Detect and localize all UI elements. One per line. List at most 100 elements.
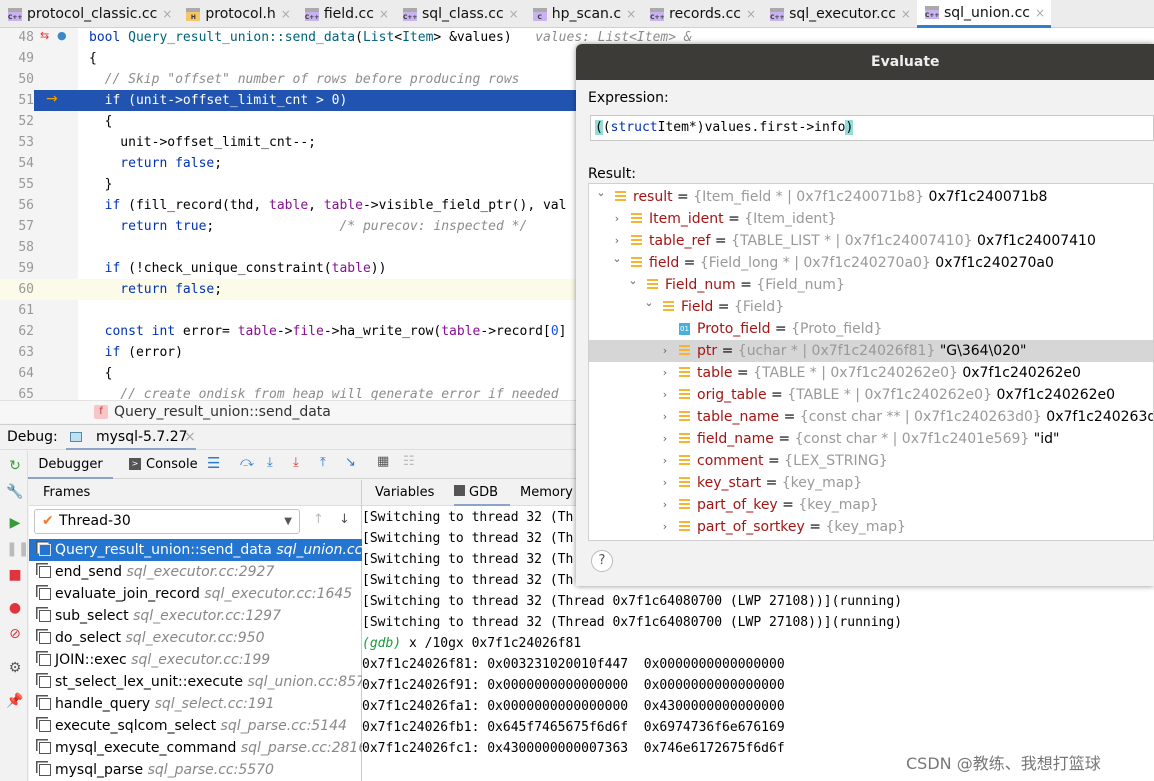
close-tab-icon[interactable]: × (626, 7, 636, 21)
frame-item[interactable]: end_send sql_executor.cc:2927 (29, 561, 362, 583)
tree-node-orig_table[interactable]: › orig_table = {TABLE * | 0x7f1c240262e0}… (589, 384, 1153, 406)
chevron-down-icon[interactable]: ⌄ (627, 270, 639, 292)
tab-hp-scan-c[interactable]: Chp_scan.c × (525, 0, 642, 28)
close-tab-icon[interactable]: × (901, 7, 911, 21)
trace-icon[interactable]: ☷ (403, 454, 415, 469)
chevron-down-icon[interactable]: ⌄ (611, 248, 623, 270)
force-step-into-icon[interactable]: ⤓ (293, 455, 299, 470)
step-out-icon[interactable]: ⤒ (320, 455, 326, 470)
frame-item[interactable]: evaluate_join_record sql_executor.cc:164… (29, 583, 362, 605)
line-number[interactable]: 57 (0, 216, 34, 237)
debug-session-tab[interactable]: mysql-5.7.27 × (66, 425, 196, 450)
chevron-right-icon[interactable]: › (659, 428, 671, 450)
tab-sql-union-cc[interactable]: C++ sql_union.cc × (916, 0, 1052, 28)
tab-variables[interactable]: Variables (375, 480, 434, 506)
tab-records-cc[interactable]: C++ records.cc × (642, 0, 762, 28)
line-number[interactable]: 58 (0, 237, 34, 258)
frame-item[interactable]: mysql_execute_command sql_parse.cc:2816 (29, 737, 362, 759)
settings-wrench-icon[interactable]: 🔧 (6, 483, 24, 501)
chevron-right-icon[interactable]: › (659, 516, 671, 538)
tab-protocol-h[interactable]: Hprotocol.h × (178, 0, 297, 28)
chevron-right-icon[interactable]: › (659, 450, 671, 472)
tab-protocol-classic-cc[interactable]: C++ protocol_classic.cc × (0, 0, 178, 28)
tab-gdb[interactable]: GDB (454, 480, 510, 506)
thread-select[interactable]: ✔ Thread-30 ▼ (34, 509, 300, 534)
tree-node-field_name[interactable]: › field_name = {const char * | 0x7f1c2401… (589, 428, 1153, 450)
close-tab-icon[interactable]: × (281, 7, 291, 21)
tree-node-part_of_key[interactable]: › part_of_key = {key_map} (589, 494, 1153, 516)
tree-node-field[interactable]: ⌄ field = {Field_long * | 0x7f1c240270a0}… (589, 252, 1153, 274)
chevron-right-icon[interactable]: › (659, 494, 671, 516)
line-number[interactable]: 52 (0, 111, 34, 132)
resume-icon[interactable]: ▶ (6, 514, 24, 532)
chevron-right-icon[interactable]: › (659, 384, 671, 406)
chevron-right-icon[interactable]: › (659, 406, 671, 428)
tab-field-cc[interactable]: C++ field.cc × (297, 0, 395, 28)
tree-node-key_start[interactable]: › key_start = {key_map} (589, 472, 1153, 494)
tree-node-table_ref[interactable]: › table_ref = {TABLE_LIST * | 0x7f1c24007… (589, 230, 1153, 252)
line-number[interactable]: 64 (0, 363, 34, 384)
pause-icon[interactable]: ❚❚ (6, 540, 29, 558)
line-number[interactable]: 48 (0, 27, 34, 48)
tab-console[interactable]: Console (146, 457, 198, 472)
tab-sql-class-cc[interactable]: C++ sql_class.cc × (395, 0, 525, 28)
view-breakpoints-icon[interactable]: ● (6, 599, 24, 617)
tab-debugger[interactable]: Debugger (28, 451, 113, 479)
tree-node-Field[interactable]: ⌄ Field = {Field} (589, 296, 1153, 318)
chevron-down-icon[interactable]: ⌄ (595, 184, 607, 204)
tree-node-table[interactable]: › table = {TABLE * | 0x7f1c240262e0} 0x7f… (589, 362, 1153, 384)
line-number[interactable]: 50 (0, 69, 34, 90)
expression-input[interactable]: ((structItem*)values.first->info) (590, 115, 1154, 141)
frame-item[interactable]: do_select sql_executor.cc:950 (29, 627, 362, 649)
pin-icon[interactable]: 📌 (6, 692, 24, 710)
tree-node-Field_num[interactable]: ⌄ Field_num = {Field_num} (589, 274, 1153, 296)
frame-item[interactable]: sub_select sql_executor.cc:1297 (29, 605, 362, 627)
frame-item[interactable]: handle_query sql_select.cc:191 (29, 693, 362, 715)
evaluate-expression-icon[interactable]: ▦ (377, 454, 389, 469)
frame-item[interactable]: Query_result_union::send_data sql_union.… (29, 539, 362, 561)
line-number[interactable]: 60 (0, 279, 34, 300)
line-number[interactable]: 53 (0, 132, 34, 153)
close-tab-icon[interactable]: × (379, 7, 389, 21)
chevron-right-icon[interactable]: › (659, 472, 671, 494)
mute-breakpoints-icon[interactable]: ⊘ (6, 625, 24, 643)
tab-sql-executor-cc[interactable]: C++ sql_executor.cc × (762, 0, 917, 28)
result-tree[interactable]: ⌄ result = {Item_field * | 0x7f1c240071b8… (588, 183, 1154, 541)
close-tab-icon[interactable]: × (509, 7, 519, 21)
chevron-right-icon[interactable]: › (659, 340, 671, 362)
tree-node-Item_ident[interactable]: › Item_ident = {Item_ident} (589, 208, 1153, 230)
frame-item[interactable]: mysql_parse sql_parse.cc:5570 (29, 759, 362, 781)
line-number[interactable]: 49 (0, 48, 34, 69)
chevron-down-icon[interactable]: ⌄ (643, 292, 655, 314)
tree-node-comment[interactable]: › comment = {LEX_STRING} (589, 450, 1153, 472)
step-into-icon[interactable]: ⤓ (267, 455, 273, 470)
line-number[interactable]: 55 (0, 174, 34, 195)
close-tab-icon[interactable]: × (1035, 6, 1045, 20)
breadcrumb-function[interactable]: Query_result_union::send_data (114, 401, 331, 423)
line-number[interactable]: 62 (0, 321, 34, 342)
frame-item[interactable]: st_select_lex_unit::execute sql_union.cc… (29, 671, 362, 693)
gear-icon[interactable]: ⚙ (6, 659, 24, 677)
line-number[interactable]: 61 (0, 300, 34, 321)
frame-down-icon[interactable]: ↓ (339, 512, 350, 527)
line-number[interactable]: 59 (0, 258, 34, 279)
run-to-cursor-icon[interactable]: ↘ (345, 455, 356, 470)
chevron-right-icon[interactable]: › (611, 208, 623, 230)
tree-node-Proto_field[interactable]: 01 Proto_field = {Proto_field} (589, 318, 1153, 340)
tree-node-table_name[interactable]: › table_name = {const char ** | 0x7f1c240… (589, 406, 1153, 428)
tree-node-part_of_sortkey[interactable]: › part_of_sortkey = {key_map} (589, 516, 1153, 538)
layout-menu-icon[interactable]: ☰ (207, 454, 220, 472)
step-over-icon[interactable]: ⤼ (240, 455, 254, 470)
tree-node-result[interactable]: ⌄ result = {Item_field * | 0x7f1c240071b8… (589, 184, 1153, 208)
line-number[interactable]: 63 (0, 342, 34, 363)
stop-icon[interactable]: ■ (6, 566, 24, 584)
line-number[interactable]: 54 (0, 153, 34, 174)
rerun-icon[interactable]: ↻ (6, 457, 24, 475)
frame-item[interactable]: JOIN::exec sql_executor.cc:199 (29, 649, 362, 671)
close-session-icon[interactable]: × (184, 429, 196, 445)
frame-up-icon[interactable]: ↑ (313, 512, 324, 527)
frame-item[interactable]: execute_sqlcom_select sql_parse.cc:5144 (29, 715, 362, 737)
tree-node-ptr[interactable]: › ptr = {uchar * | 0x7f1c24026f81} "G\364… (589, 340, 1153, 362)
line-number[interactable]: 56 (0, 195, 34, 216)
chevron-right-icon[interactable]: › (659, 362, 671, 384)
